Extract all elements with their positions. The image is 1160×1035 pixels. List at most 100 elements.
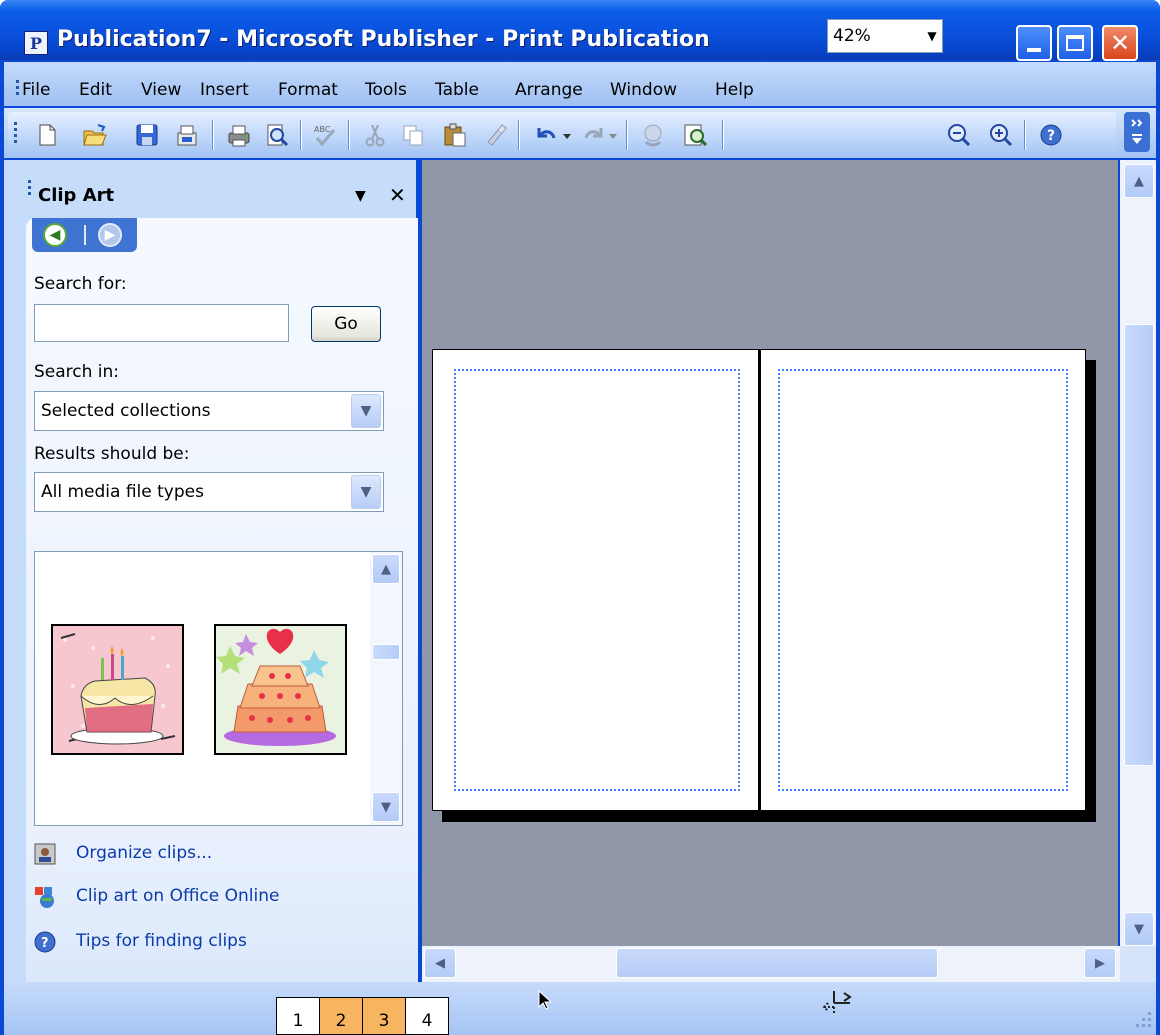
open-icon[interactable] — [82, 122, 108, 148]
close-button[interactable]: ✕ — [1102, 25, 1138, 61]
toolbar-separator — [722, 120, 724, 150]
svg-text:?: ? — [41, 936, 49, 951]
format-painter-icon[interactable] — [482, 122, 508, 148]
resize-grip-icon[interactable] — [1126, 1002, 1154, 1030]
chevron-down-icon[interactable]: ▼ — [351, 475, 381, 509]
menu-arrange[interactable]: Arrange — [515, 80, 583, 100]
toolbar-separator — [348, 120, 350, 150]
print-icon[interactable] — [226, 122, 252, 148]
search-for-label: Search for: — [34, 274, 127, 294]
forward-icon[interactable]: ▶ — [98, 223, 122, 247]
maximize-button[interactable] — [1057, 25, 1093, 61]
print-preview-icon[interactable] — [264, 122, 290, 148]
scroll-up-icon[interactable]: ▲ — [372, 554, 400, 584]
horizontal-scroll-thumb[interactable] — [616, 948, 938, 978]
menu-grip-handle[interactable] — [16, 80, 20, 98]
pane-grip-handle[interactable] — [28, 180, 32, 198]
window-title: Publication7 - Microsoft Publisher - Pri… — [57, 27, 710, 52]
vertical-scroll-thumb[interactable] — [1124, 324, 1154, 766]
zoom-icon[interactable] — [682, 122, 708, 148]
publisher-app-icon[interactable]: P — [24, 31, 48, 55]
results-scroll-thumb[interactable] — [372, 644, 400, 660]
hyperlink-icon[interactable] — [640, 122, 666, 148]
menu-view[interactable]: View — [141, 80, 181, 100]
svg-text:?: ? — [1047, 128, 1055, 144]
menu-window[interactable]: Window — [610, 80, 677, 100]
search-in-label: Search in: — [34, 362, 120, 382]
mouse-pointer-icon — [538, 990, 553, 1010]
redo-dropdown-icon[interactable] — [606, 122, 620, 148]
birthday-cake-clip[interactable] — [51, 624, 184, 755]
menu-format[interactable]: Format — [278, 80, 338, 100]
permission-icon[interactable] — [174, 122, 200, 148]
scroll-right-icon[interactable]: ▶ — [1084, 948, 1116, 978]
toolbar-separator — [300, 120, 302, 150]
menu-file[interactable]: File — [22, 80, 50, 100]
zoom-in-icon[interactable] — [988, 122, 1014, 148]
task-pane-header: Clip Art ▼ ✕ — [4, 160, 416, 218]
nav-divider — [84, 225, 86, 245]
menu-edit[interactable]: Edit — [79, 80, 112, 100]
organize-clips-icon — [34, 843, 56, 865]
decorated-cake-clip[interactable] — [214, 624, 347, 755]
scroll-corner — [1120, 946, 1156, 982]
title-bar[interactable]: P Publication7 - Microsoft Publisher - P… — [0, 0, 1160, 61]
zoom-value: 42% — [833, 26, 871, 46]
menu-table[interactable]: Table — [435, 80, 479, 100]
page-tab-3[interactable]: 3 — [362, 997, 406, 1035]
page-tab-2[interactable]: 2 — [319, 997, 363, 1035]
undo-icon[interactable] — [534, 122, 560, 148]
redo-icon[interactable] — [580, 122, 606, 148]
horizontal-scrollbar[interactable]: ◀ ▶ — [422, 946, 1120, 982]
status-bar — [4, 982, 1156, 1035]
toolbar-grip-handle[interactable] — [14, 122, 18, 146]
search-in-value: Selected collections — [41, 401, 211, 421]
results-type-select[interactable]: All media file types ▼ — [34, 472, 384, 512]
spelling-icon[interactable]: ABC — [312, 122, 338, 148]
go-button[interactable]: Go — [311, 306, 381, 342]
back-icon[interactable]: ◀ — [43, 223, 67, 247]
zoom-out-icon[interactable] — [946, 122, 972, 148]
help-icon[interactable]: ? — [1038, 122, 1064, 148]
publisher-window: P Publication7 - Microsoft Publisher - P… — [0, 0, 1160, 1035]
results-label: Results should be: — [34, 444, 190, 464]
spread-fold-line — [758, 349, 761, 811]
vertical-scrollbar[interactable]: ▲ ▼ — [1120, 160, 1156, 946]
pane-menu-icon[interactable]: ▼ — [355, 188, 366, 204]
minimize-button[interactable] — [1016, 25, 1052, 61]
toolbar-separator — [212, 120, 214, 150]
toolbar-options-icon[interactable] — [1124, 112, 1150, 152]
chevron-down-icon[interactable]: ▼ — [922, 20, 942, 52]
menu-insert[interactable]: Insert — [200, 80, 249, 100]
scroll-up-icon[interactable]: ▲ — [1124, 164, 1154, 198]
close-icon: ✕ — [1109, 29, 1131, 57]
menu-tools[interactable]: Tools — [365, 80, 407, 100]
minimize-icon — [1027, 48, 1041, 52]
search-in-select[interactable]: Selected collections ▼ — [34, 391, 384, 431]
scroll-down-icon[interactable]: ▼ — [372, 792, 400, 822]
zoom-dropdown[interactable]: 42% ▼ — [827, 19, 943, 53]
search-input[interactable] — [34, 304, 289, 342]
birthday-cake-image — [53, 626, 182, 753]
paste-icon[interactable] — [442, 122, 468, 148]
pane-close-icon[interactable]: ✕ — [389, 183, 406, 207]
maximize-icon — [1066, 35, 1084, 51]
menu-help[interactable]: Help — [715, 80, 754, 100]
object-position-icon — [822, 991, 852, 1015]
save-icon[interactable] — [134, 122, 160, 148]
page-tab-4[interactable]: 4 — [405, 997, 449, 1035]
results-scrollbar[interactable]: ▲ ▼ — [370, 552, 402, 825]
decorated-cake-image — [216, 626, 345, 753]
chevron-down-icon[interactable]: ▼ — [351, 394, 381, 428]
toolbar-separator — [1024, 120, 1026, 150]
scroll-left-icon[interactable]: ◀ — [424, 948, 456, 978]
toolbar-separator — [626, 120, 628, 150]
cut-icon[interactable] — [362, 122, 388, 148]
help-icon: ? — [34, 931, 56, 953]
copy-icon[interactable] — [400, 122, 426, 148]
menu-bar: File Edit View Insert Format Tools Table… — [4, 62, 1156, 106]
undo-dropdown-icon[interactable] — [560, 122, 574, 148]
new-icon[interactable] — [34, 122, 60, 148]
page-tab-1[interactable]: 1 — [276, 997, 320, 1035]
scroll-down-icon[interactable]: ▼ — [1124, 912, 1154, 946]
